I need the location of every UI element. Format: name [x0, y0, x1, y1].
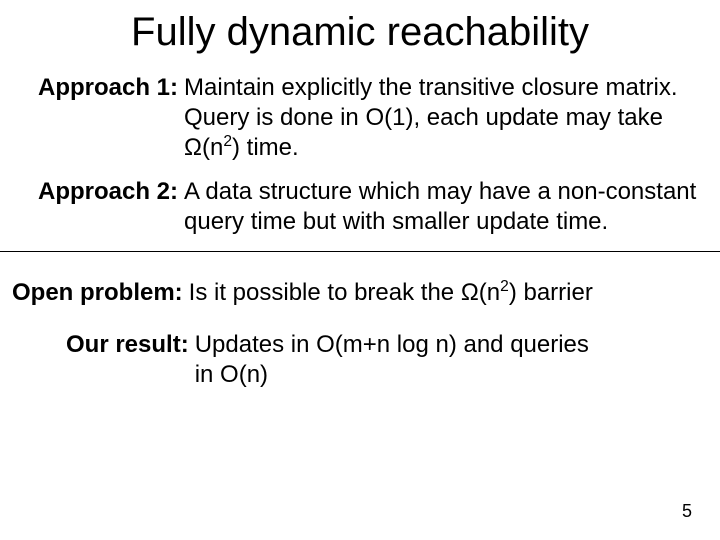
our-result-block: Our result: Updates in O(m+n log n) and … — [0, 330, 720, 390]
approach-1-text-post: ) time. — [232, 134, 299, 161]
approach-2-body: A data structure which may have a non-co… — [184, 177, 710, 237]
superscript-2: 2 — [500, 278, 509, 295]
open-problem-text-post: ) barrier — [509, 279, 593, 306]
approach-1-block: Approach 1: Maintain explicitly the tran… — [0, 73, 720, 163]
approach-2-label: Approach 2: — [38, 177, 178, 207]
approach-1-body: Maintain explicitly the transitive closu… — [184, 73, 690, 163]
open-problem-text-pre: Is it possible to break the — [189, 279, 461, 306]
open-problem-text-mid: (n — [479, 279, 500, 306]
divider — [0, 251, 720, 252]
omega-symbol: Ω — [461, 279, 479, 306]
slide: Fully dynamic reachability Approach 1: M… — [0, 0, 720, 540]
our-result-line2: in O(n) — [195, 361, 268, 388]
superscript-2: 2 — [223, 133, 232, 150]
our-result-line1: Updates in O(m+n log n) and queries — [195, 331, 589, 358]
approach-1-text-pre: Maintain explicitly the transitive closu… — [184, 74, 678, 131]
open-problem-body: Is it possible to break the Ω(n2) barrie… — [189, 278, 718, 308]
our-result-body: Updates in O(m+n log n) and queries in O… — [195, 330, 690, 390]
approach-2-block: Approach 2: A data structure which may h… — [0, 177, 720, 237]
approach-1-label: Approach 1: — [38, 73, 178, 103]
open-problem-label: Open problem: — [12, 278, 183, 308]
omega-symbol: Ω — [184, 134, 202, 161]
slide-title: Fully dynamic reachability — [0, 10, 720, 55]
page-number: 5 — [682, 501, 692, 522]
approach-1-text-mid: (n — [202, 134, 223, 161]
open-problem-block: Open problem: Is it possible to break th… — [0, 278, 720, 308]
our-result-label: Our result: — [66, 330, 189, 360]
